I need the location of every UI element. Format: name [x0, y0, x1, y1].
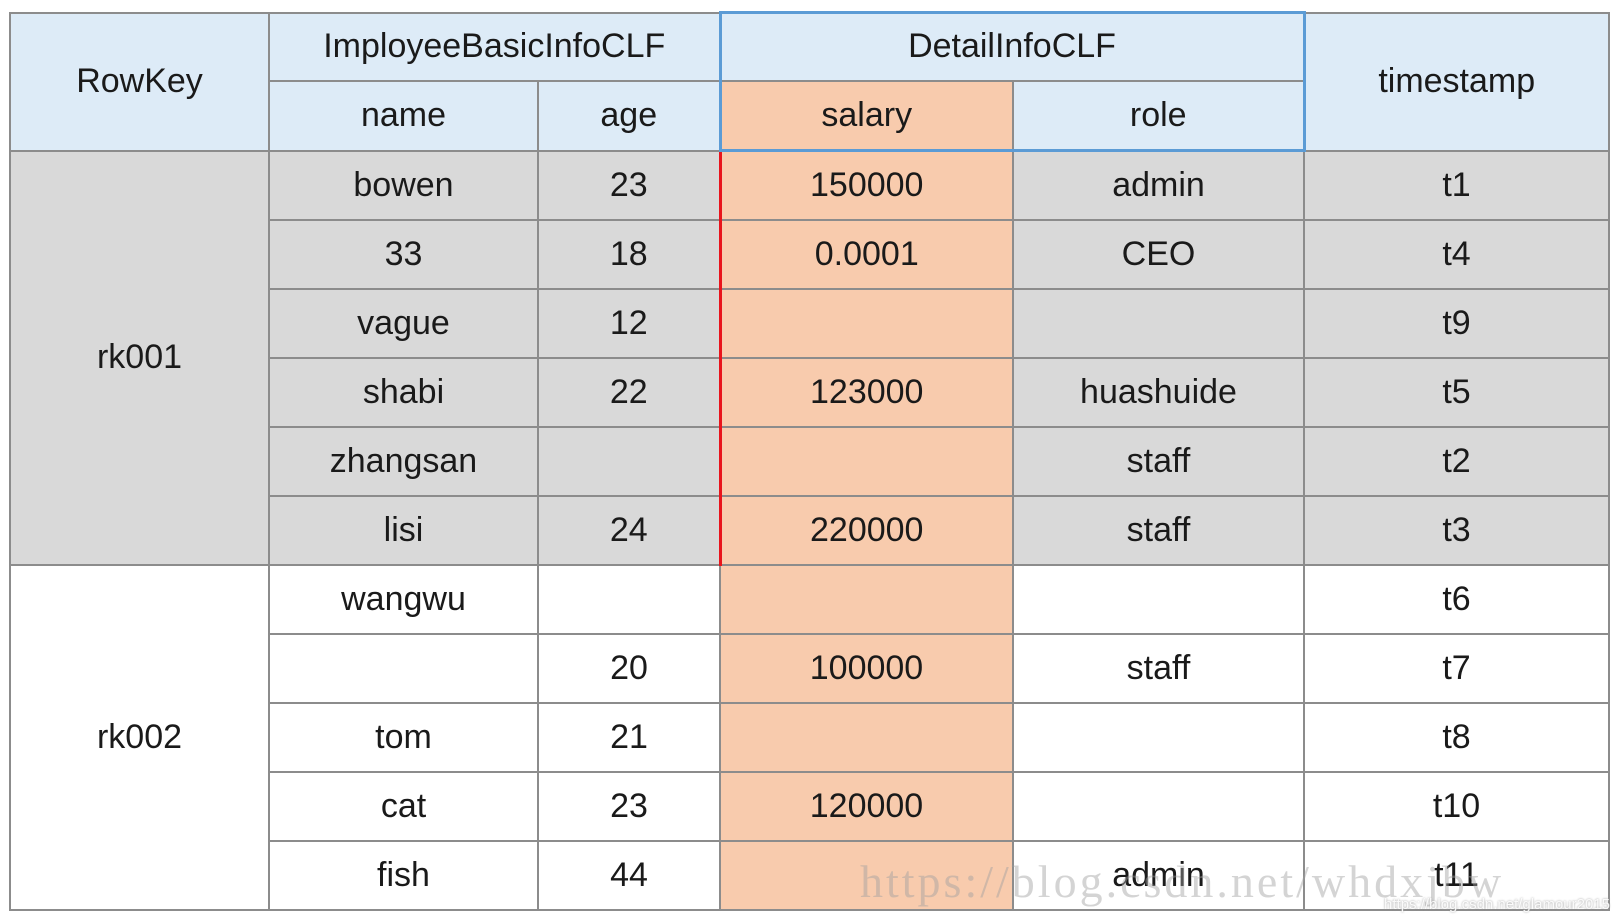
salary-cell: 100000 [719, 632, 1014, 704]
name-cell: lisi [268, 494, 539, 566]
age-cell [537, 425, 721, 497]
timestamp-header: timestamp [1303, 11, 1610, 152]
role-cell [1012, 287, 1305, 359]
salary-cell: 220000 [718, 494, 1014, 566]
role-cell: staff [1012, 494, 1305, 566]
role-cell: CEO [1012, 218, 1305, 290]
ts-cell: t2 [1303, 425, 1610, 497]
ts-cell: t4 [1303, 218, 1610, 290]
ts-cell: t5 [1303, 356, 1610, 428]
name-cell: shabi [268, 356, 539, 428]
role-cell: admin [1012, 839, 1305, 911]
watermark-small: https://blog.csdn.net/glamour2015 [1384, 896, 1610, 913]
role-cell: staff [1012, 632, 1305, 704]
ts-cell: t7 [1303, 632, 1610, 704]
ts-cell: t10 [1303, 770, 1610, 842]
column-header-role: role [1012, 79, 1306, 152]
age-cell: 23 [537, 770, 721, 842]
age-cell [537, 563, 721, 635]
ts-cell: t9 [1303, 287, 1610, 359]
role-cell [1012, 563, 1305, 635]
role-cell: staff [1012, 425, 1305, 497]
name-cell: zhangsan [268, 425, 539, 497]
salary-cell [718, 425, 1014, 497]
role-cell [1012, 701, 1305, 773]
age-cell: 22 [537, 356, 721, 428]
age-cell: 18 [537, 218, 721, 290]
salary-cell: 150000 [718, 149, 1014, 221]
ts-cell: t1 [1303, 149, 1610, 221]
salary-cell [718, 287, 1014, 359]
role-cell: huashuide [1012, 356, 1305, 428]
salary-cell [719, 563, 1014, 635]
name-cell: tom [268, 701, 539, 773]
family-basic-header: ImployeeBasicInfoCLF [268, 11, 721, 82]
ts-cell: t3 [1303, 494, 1610, 566]
name-cell: wangwu [268, 563, 539, 635]
column-header-name: name [268, 79, 539, 152]
family-detail-header: DetailInfoCLF [718, 11, 1306, 82]
rowkey-cell: rk002 [9, 563, 270, 911]
age-cell: 20 [537, 632, 721, 704]
name-cell: cat [268, 770, 539, 842]
age-cell: 24 [537, 494, 721, 566]
salary-cell: 123000 [718, 356, 1014, 428]
age-cell: 12 [537, 287, 721, 359]
role-cell: admin [1012, 149, 1305, 221]
rowkey-cell: rk001 [9, 149, 270, 566]
table-row: rk002 wangwu t6 [9, 563, 1610, 911]
name-cell: bowen [268, 149, 539, 221]
name-cell: vague [268, 287, 539, 359]
age-cell: 23 [537, 149, 721, 221]
age-cell: 44 [537, 839, 721, 911]
ts-cell: t8 [1303, 701, 1610, 773]
name-cell: fish [268, 839, 539, 911]
name-cell: 33 [268, 218, 539, 290]
rowkey-header: RowKey [9, 11, 270, 152]
column-header-salary: salary [718, 79, 1014, 152]
hbase-table: RowKey ImployeeBasicInfoCLF DetailInfoCL… [9, 11, 1610, 911]
salary-cell [719, 839, 1014, 911]
salary-cell [719, 701, 1014, 773]
age-cell: 21 [537, 701, 721, 773]
salary-cell: 0.0001 [718, 218, 1014, 290]
table-row: rk001 bowen 23 150000 admin t1 [9, 149, 1610, 566]
name-cell [268, 632, 539, 704]
ts-cell: t6 [1303, 563, 1610, 635]
role-cell [1012, 770, 1305, 842]
column-header-age: age [537, 79, 721, 152]
salary-cell: 120000 [719, 770, 1014, 842]
